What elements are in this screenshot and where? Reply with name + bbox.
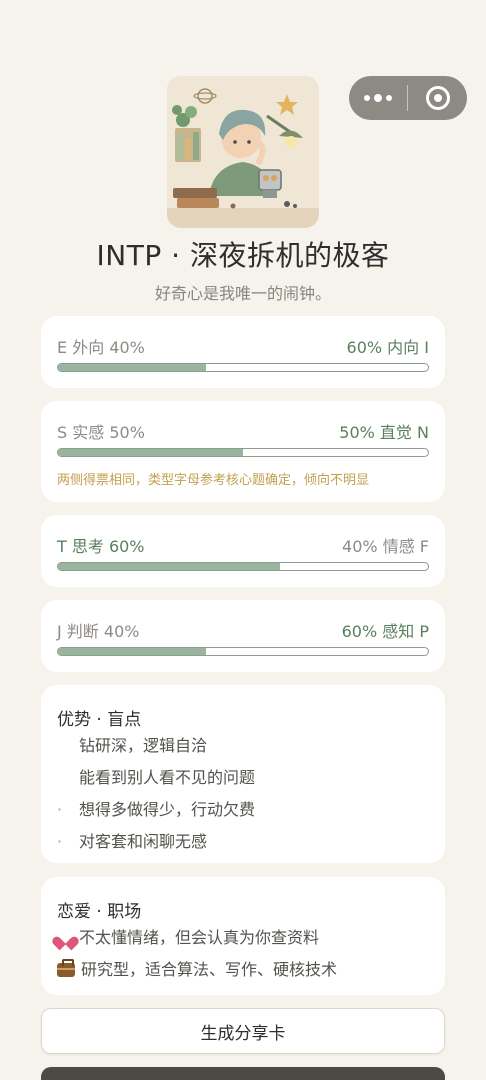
geek-illustration-icon	[167, 76, 319, 228]
dimension-right-label: 40% 情感 F	[342, 537, 429, 556]
progress-fill	[58, 364, 206, 371]
briefcase-icon	[57, 959, 75, 977]
dimension-labels: J 判断 40% 60% 感知 P	[57, 618, 429, 642]
progress-fill	[58, 648, 206, 655]
dimension-left-label: T 思考 60%	[57, 537, 145, 556]
list-item: · 对客套和闲聊无感	[57, 831, 429, 863]
list-item: 研究型，适合算法、写作、硬核技术	[57, 959, 429, 991]
list-item-text: 想得多做得少，行动欠费	[79, 800, 256, 819]
dimension-labels: T 思考 60% 40% 情感 F	[57, 533, 429, 557]
strengths-list: 钻研深，逻辑自洽 能看到别人看不见的问题 · 想得多做得少，行动欠费 · 对客套和闲…	[57, 735, 429, 863]
list-item: 钻研深，逻辑自洽	[57, 735, 429, 767]
secondary-action-button[interactable]	[41, 1067, 445, 1080]
dimension-labels: S 实感 50% 50% 直觉 N	[57, 419, 429, 443]
dimension-left-label: J 判断 40%	[57, 622, 140, 641]
dimension-progress-bar	[57, 448, 429, 457]
generate-share-card-button[interactable]: 生成分享卡	[41, 1008, 445, 1054]
bullet-marker: ·	[57, 800, 63, 819]
dimension-progress-bar	[57, 363, 429, 372]
close-miniprogram-button[interactable]	[408, 76, 467, 120]
progress-fill	[58, 449, 243, 456]
more-menu-button[interactable]	[349, 76, 407, 120]
tie-note: 两侧得票相同，类型字母参考核心题确定，倾向不明显	[57, 473, 370, 488]
dimension-left-label: S 实感 50%	[57, 423, 145, 442]
result-page: INTP · 深夜拆机的极客 好奇心是我唯一的闹钟。 E 外向 40% 60% …	[0, 0, 486, 1080]
list-item: · 想得多做得少，行动欠费	[57, 799, 429, 831]
dimension-labels: E 外向 40% 60% 内向 I	[57, 334, 429, 358]
list-item-text: 不太懂情绪，但会认真为你查资料	[79, 928, 320, 947]
miniprogram-capsule	[349, 76, 467, 120]
dimension-right-label: 50% 直觉 N	[339, 423, 429, 442]
dimension-progress-bar	[57, 562, 429, 571]
strengths-title: 优势 · 盲点	[57, 710, 142, 730]
dimension-right-label: 60% 感知 P	[341, 622, 429, 641]
list-item-text: 能看到别人看不见的问题	[79, 768, 256, 787]
strengths-card: 优势 · 盲点 钻研深，逻辑自洽 能看到别人看不见的问题 · 想得多做得少，行动欠…	[41, 685, 445, 863]
dimension-card-sn: S 实感 50% 50% 直觉 N 两侧得票相同，类型字母参考核心题确定，倾向不…	[41, 401, 445, 502]
dimension-right-label: 60% 内向 I	[346, 338, 429, 357]
dimension-card-tf: T 思考 60% 40% 情感 F	[41, 515, 445, 587]
list-item-text: 钻研深，逻辑自洽	[79, 736, 208, 755]
love-work-card: 恋爱 · 职场 不太懂情绪，但会认真为你查资料 研究型，适合算法、写作、硬核技术	[41, 877, 445, 995]
love-work-list: 不太懂情绪，但会认真为你查资料 研究型，适合算法、写作、硬核技术	[57, 927, 429, 991]
dimension-progress-bar	[57, 647, 429, 656]
type-avatar-illustration	[167, 76, 319, 228]
page-title: INTP · 深夜拆机的极客	[96, 239, 390, 272]
dimension-card-ei: E 外向 40% 60% 内向 I	[41, 316, 445, 388]
close-icon	[425, 86, 450, 110]
page-subtitle: 好奇心是我唯一的闹钟。	[154, 284, 331, 303]
love-work-title: 恋爱 · 职场	[57, 902, 142, 922]
list-item-text: 研究型，适合算法、写作、硬核技术	[81, 960, 338, 979]
list-item-text: 对客套和闲聊无感	[79, 832, 208, 851]
bullet-marker: ·	[57, 832, 63, 851]
dimension-card-jp: J 判断 40% 60% 感知 P	[41, 600, 445, 672]
dimension-left-label: E 外向 40%	[57, 338, 145, 357]
list-item: 能看到别人看不见的问题	[57, 767, 429, 799]
list-item: 不太懂情绪，但会认真为你查资料	[57, 927, 429, 959]
progress-fill	[58, 563, 280, 570]
heart-icon	[57, 931, 73, 945]
